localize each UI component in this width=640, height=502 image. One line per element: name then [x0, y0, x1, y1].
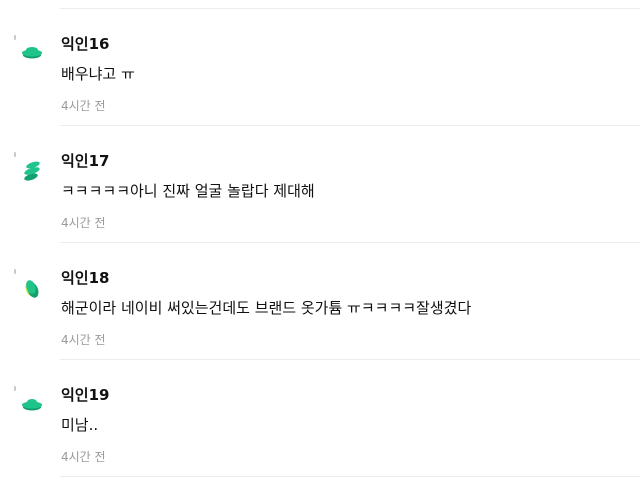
comment-timestamp: 4시간 전 — [61, 216, 106, 230]
divider — [60, 359, 640, 360]
comment-item: 익인19 미남.. 4시간 전 — [0, 385, 640, 502]
comment-text: 미남.. — [61, 416, 99, 434]
comment-nickname[interactable]: 익인18 — [61, 268, 109, 288]
comment-timestamp: 4시간 전 — [61, 333, 106, 347]
avatar-stack-icon — [12, 34, 48, 70]
avatar-stack-icon — [12, 268, 48, 304]
comment-item: 익인18 해군이라 네이비 써있는건데도 브랜드 옷가튬 ㅠㅋㅋㅋㅋ잘생겼다 4… — [0, 268, 640, 385]
avatar-stack-icon — [12, 385, 48, 421]
comment-item: 익인17 ㅋㅋㅋㅋㅋ아니 진짜 얼굴 놀랍다 제대해 4시간 전 — [0, 151, 640, 268]
comment-nickname[interactable]: 익인16 — [61, 34, 109, 54]
avatar-stack-icon — [12, 151, 48, 187]
comment-item: 익인16 배우냐고 ㅠ 4시간 전 — [0, 34, 640, 151]
comment-timestamp: 4시간 전 — [61, 450, 106, 464]
divider — [60, 8, 640, 9]
comment-timestamp: 4시간 전 — [61, 99, 106, 113]
comment-nickname[interactable]: 익인19 — [61, 385, 109, 405]
divider — [60, 476, 640, 477]
comment-nickname[interactable]: 익인17 — [61, 151, 109, 171]
comment-text: 배우냐고 ㅠ — [61, 65, 135, 83]
divider — [60, 125, 640, 126]
divider — [60, 242, 640, 243]
comment-thread: 익인16 배우냐고 ㅠ 4시간 전 익인17 ㅋㅋㅋㅋㅋ아니 진짜 얼굴 놀랍다… — [0, 0, 640, 478]
comment-text: ㅋㅋㅋㅋㅋ아니 진짜 얼굴 놀랍다 제대해 — [61, 182, 315, 200]
comment-text: 해군이라 네이비 써있는건데도 브랜드 옷가튬 ㅠㅋㅋㅋㅋ잘생겼다 — [61, 299, 472, 317]
